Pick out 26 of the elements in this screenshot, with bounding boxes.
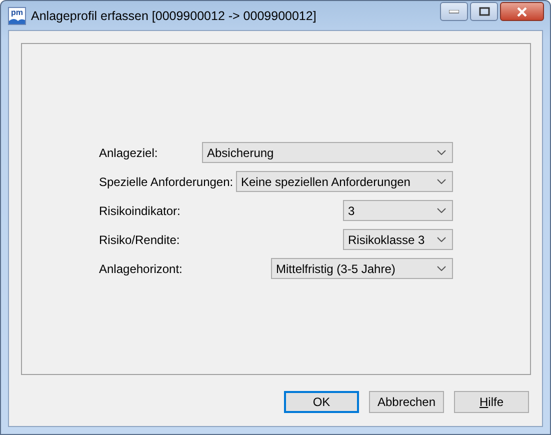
close-icon [516,6,528,16]
chevron-down-icon [437,150,446,155]
minimize-icon [449,10,459,14]
dialog-button[interactable]: Abbrechen [369,391,444,413]
field-label: Risiko/Rendite: [99,232,180,246]
field-label: Spezielle Anforderungen: [99,174,234,188]
chevron-down-icon [437,179,446,184]
dropdown[interactable]: Absicherung [202,142,453,163]
maximize-icon [478,7,490,16]
app-icon: pm [8,6,26,24]
dialog-button[interactable]: OK [284,391,359,413]
dropdown[interactable]: Mittelfristig (3-5 Jahre) [271,258,453,279]
window-title: Anlageprofil erfassen [0009900012 -> 0009900012] [31,8,318,22]
chevron-down-icon [437,208,446,213]
chevron-down-icon [437,237,446,242]
maximize-button[interactable] [470,2,498,21]
dialog-button[interactable]: Hilfe [454,391,529,413]
close-button[interactable] [500,2,544,21]
dropdown[interactable]: Keine speziellen Anforderungen [236,171,453,192]
field-label: Anlageziel: [99,146,158,160]
dropdown[interactable]: Risikoklasse 3 [343,229,453,250]
field-label: Risikoindikator: [99,204,180,218]
minimize-button[interactable] [440,2,468,21]
dropdown[interactable]: 3 [343,200,453,221]
chevron-down-icon [437,266,446,271]
field-label: Anlagehorizont: [99,262,182,276]
